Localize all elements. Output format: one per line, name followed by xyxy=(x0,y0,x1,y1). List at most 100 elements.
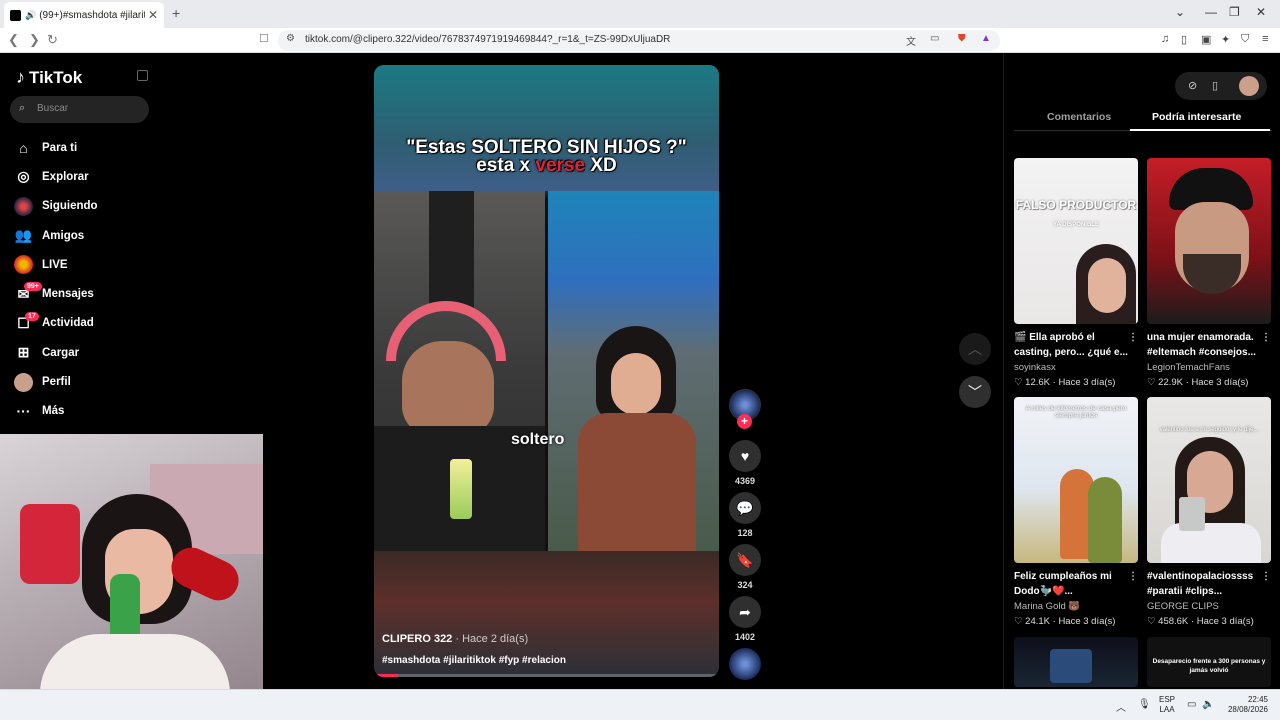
show-hidden-icons-icon[interactable]: ︿ xyxy=(1116,699,1126,714)
sidebar-item-mensajes[interactable]: ✉ 99+ Mensajes xyxy=(14,279,154,308)
menu-icon[interactable]: ≡ xyxy=(1262,33,1268,45)
tiktok-page: ♪ TikTok ⌕ Buscar ⌂ Para ti ◎ Explorar S… xyxy=(0,53,1280,720)
brave-rewards-icon[interactable]: ▲ xyxy=(981,33,991,44)
sidebar-icon[interactable]: ▯ xyxy=(1181,33,1187,46)
recommended-card[interactable]: una mujer enamorada. #eltemach #consejos… xyxy=(1147,158,1271,388)
sidebar-item-perfil[interactable]: Perfil xyxy=(14,367,154,396)
more-options-icon[interactable]: ⋮ xyxy=(1128,569,1138,584)
sidebar-item-explorar[interactable]: ◎ Explorar xyxy=(14,162,154,191)
share-icon: ➦ xyxy=(739,603,751,620)
close-tab-icon[interactable]: ✕ xyxy=(148,8,158,22)
new-tab-button[interactable]: + xyxy=(172,5,180,21)
card-thumbnail[interactable] xyxy=(1147,158,1271,324)
card-meta: ♡ 12.6K · Hace 3 día(s) xyxy=(1014,377,1116,388)
translate-icon[interactable]: 文 xyxy=(906,33,916,48)
sidebar-item-live[interactable]: LIVE xyxy=(14,250,154,279)
card-thumbnail[interactable]: A miles de kilómetros de casa pero siemp… xyxy=(1014,397,1138,563)
music-disc-icon[interactable] xyxy=(729,648,761,680)
card-title-text: Feliz cumpleaños mi Dodo🦤❤️... xyxy=(1014,571,1112,597)
author-name[interactable]: CLIPERO 322 xyxy=(382,633,452,645)
install-app-icon[interactable]: ▭ xyxy=(930,33,939,44)
sidebar-item-label: Explorar xyxy=(42,170,89,183)
share-count: 1402 xyxy=(734,632,756,642)
card-time: Hace 3 día(s) xyxy=(1058,616,1116,627)
tab-comentarios[interactable]: Comentarios xyxy=(1047,111,1111,123)
sidebar-item-cargar[interactable]: ⊞ Cargar xyxy=(14,338,154,367)
recommended-card[interactable] xyxy=(1014,637,1138,687)
brave-shield-icon[interactable]: ⛊ xyxy=(958,33,966,44)
sidebar-item-para-ti[interactable]: ⌂ Para ti xyxy=(14,133,154,162)
tab-list-chevron-icon[interactable]: ⌄ xyxy=(1175,5,1185,19)
video-author[interactable]: CLIPERO 322 · Hace 2 día(s) xyxy=(382,633,528,645)
tiktok-logo[interactable]: ♪ TikTok xyxy=(16,67,82,88)
collapse-sidebar-icon[interactable] xyxy=(137,70,148,81)
recommended-card[interactable]: Desaparecio frente a 300 personas y jamá… xyxy=(1147,637,1271,687)
follow-button[interactable]: + xyxy=(737,414,752,429)
recommended-card[interactable]: FALSO PRODUCTOR YA DISPONIBLE 🎬 Ella apr… xyxy=(1014,158,1138,388)
sidebar-item-mas[interactable]: ··· Más xyxy=(14,397,154,426)
video-progress-bar[interactable] xyxy=(374,674,719,677)
card-user[interactable]: soyinkasx xyxy=(1014,362,1138,373)
card-user[interactable]: LegionTemachFans xyxy=(1147,362,1271,373)
card-user[interactable]: Marina Gold 🐻 xyxy=(1014,601,1138,612)
more-icon: ··· xyxy=(16,403,31,420)
browser-tab[interactable]: 🔊 (99+)#smashdota #jilaritiktok ✕ xyxy=(4,2,164,28)
sidebar-item-siguiendo[interactable]: Siguiendo xyxy=(14,192,154,221)
sidebar-item-label: Cargar xyxy=(42,346,80,359)
volume-icon[interactable]: 🔈 xyxy=(1202,699,1214,710)
microphone-icon[interactable]: 🎙 xyxy=(1138,699,1151,710)
card-thumbnail[interactable]: FALSO PRODUCTOR YA DISPONIBLE xyxy=(1014,158,1138,324)
card-title[interactable]: Feliz cumpleaños mi Dodo🦤❤️... ⋮ xyxy=(1014,569,1138,599)
tab-podria-interesarte[interactable]: Podría interesarte xyxy=(1152,111,1241,123)
previous-video-button[interactable]: ︿ xyxy=(959,333,991,365)
share-button[interactable]: ➦ xyxy=(729,596,761,628)
card-thumbnail[interactable]: Desaparecio frente a 300 personas y jamá… xyxy=(1147,637,1271,687)
vpn-icon[interactable]: ⛉ xyxy=(1241,33,1249,46)
more-options-icon[interactable]: ⋮ xyxy=(1128,330,1138,345)
close-window-button[interactable]: ✕ xyxy=(1256,5,1266,19)
card-title-text: 🎬 Ella aprobó el casting, pero... ¿qué e… xyxy=(1014,332,1128,358)
reload-button[interactable]: ↻ xyxy=(47,32,58,48)
recommended-card[interactable]: valentino fue a mi seguidor y le dije...… xyxy=(1147,397,1271,627)
maximize-button[interactable]: ❐ xyxy=(1229,5,1240,19)
like-count: 4369 xyxy=(734,476,756,486)
card-title[interactable]: #valentinopalaciossss #paratii #clips...… xyxy=(1147,569,1271,599)
forward-button[interactable]: ❯ xyxy=(29,32,40,48)
more-options-icon[interactable]: ⋮ xyxy=(1261,569,1271,584)
card-thumbnail[interactable]: valentino fue a mi seguidor y le dije... xyxy=(1147,397,1271,563)
clock[interactable]: 22:45 28/08/2026 xyxy=(1222,695,1268,715)
active-tab-underline xyxy=(1130,129,1270,131)
search-input[interactable]: ⌕ Buscar xyxy=(10,96,149,123)
leo-ai-icon[interactable]: ✦ xyxy=(1221,33,1230,46)
back-button[interactable]: ❮ xyxy=(8,32,19,48)
wallet-icon[interactable]: ▣ xyxy=(1201,33,1211,46)
site-info-icon[interactable]: ⚙ xyxy=(286,33,295,44)
video-hashtags[interactable]: #smashdota #jilaritiktok #fyp #relacion xyxy=(382,655,566,666)
card-user[interactable]: GEORGE CLIPS xyxy=(1147,601,1271,612)
profile-avatar xyxy=(14,372,33,392)
coins-icon[interactable]: ⊘ xyxy=(1188,79,1197,92)
next-video-button[interactable]: ﹀ xyxy=(959,376,991,408)
card-thumbnail[interactable] xyxy=(1014,637,1138,687)
save-button[interactable]: 🔖 xyxy=(729,544,761,576)
user-avatar[interactable] xyxy=(1239,76,1259,96)
activity-badge: 17 xyxy=(25,311,39,321)
recommended-card[interactable]: A miles de kilómetros de casa pero siemp… xyxy=(1014,397,1138,627)
language-indicator[interactable]: ESP LAA xyxy=(1159,695,1175,715)
like-button[interactable]: ♥ xyxy=(729,440,761,472)
bookmark-icon[interactable]: ☐ xyxy=(259,32,269,45)
comment-icon: 💬 xyxy=(736,499,754,516)
media-icon[interactable]: ♫ xyxy=(1161,33,1169,45)
sidebar-item-actividad[interactable]: ☐ 17 Actividad xyxy=(14,309,154,338)
comment-button[interactable]: 💬 xyxy=(729,492,761,524)
card-title[interactable]: una mujer enamorada. #eltemach #consejos… xyxy=(1147,330,1271,360)
minimize-button[interactable]: — xyxy=(1205,5,1217,19)
sidebar-item-amigos[interactable]: 👥 Amigos xyxy=(14,221,154,250)
device-icon[interactable]: ▯ xyxy=(1212,79,1218,92)
speaker-icon[interactable]: 🔊 xyxy=(25,10,36,21)
video-player[interactable]: "Estas SOLTERO SIN HIJOS ?" esta x verse… xyxy=(374,65,719,677)
card-title[interactable]: 🎬 Ella aprobó el casting, pero... ¿qué e… xyxy=(1014,330,1138,360)
address-field[interactable]: ⚙ tiktok.com/@clipero.322/video/76783749… xyxy=(278,30,1000,51)
more-options-icon[interactable]: ⋮ xyxy=(1261,330,1271,345)
network-icon[interactable]: ▭ xyxy=(1187,699,1196,710)
